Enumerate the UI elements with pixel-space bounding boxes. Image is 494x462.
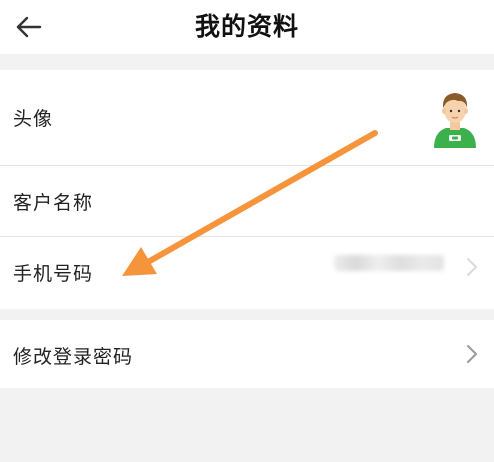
profile-section: 头像 客户名称 手机号码 (0, 70, 494, 309)
back-arrow-icon (16, 16, 42, 38)
back-button[interactable] (12, 11, 44, 43)
customer-name-row[interactable]: 客户名称 (0, 166, 494, 236)
avatar-label: 头像 (13, 108, 54, 130)
chevron-right-icon (467, 258, 477, 276)
avatar[interactable] (430, 88, 480, 148)
change-password-row[interactable]: 修改登录密码 (0, 320, 494, 388)
chevron-right-icon (467, 345, 477, 363)
page-title: 我的资料 (194, 12, 299, 41)
phone-value-blurred (334, 255, 444, 271)
avatar-row[interactable]: 头像 (0, 70, 494, 165)
phone-label: 手机号码 (13, 263, 94, 285)
phone-row[interactable]: 手机号码 (0, 237, 494, 309)
app-header: 我的资料 (0, 0, 494, 54)
password-section: 修改登录密码 (0, 320, 494, 388)
customer-name-label: 客户名称 (13, 192, 94, 214)
change-password-label: 修改登录密码 (13, 346, 134, 368)
